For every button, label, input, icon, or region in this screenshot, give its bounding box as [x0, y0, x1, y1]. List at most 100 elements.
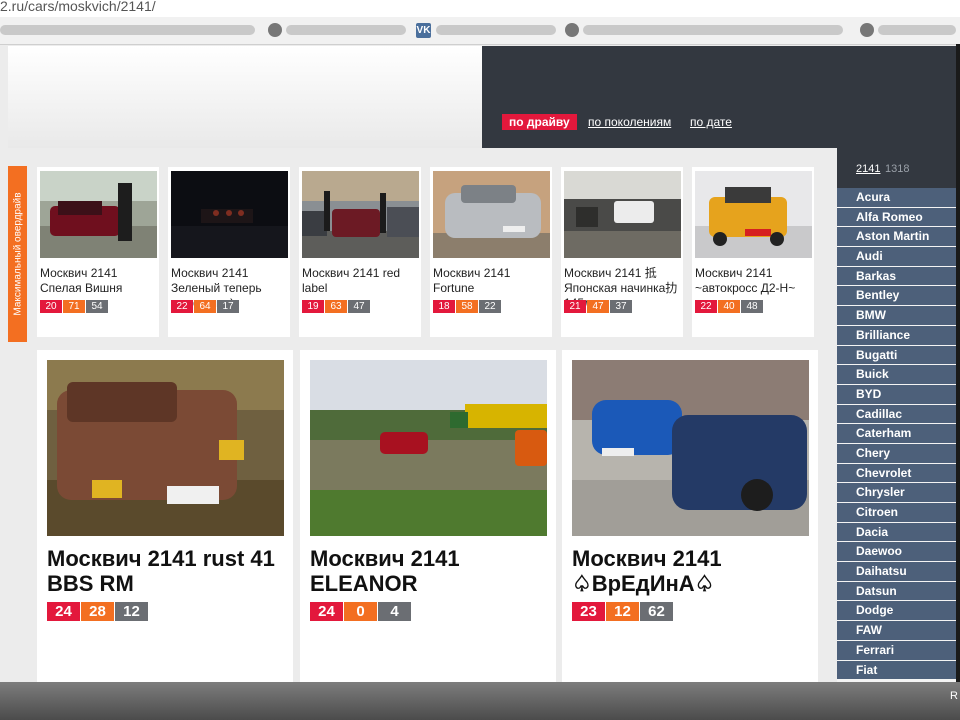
car-title[interactable]: Москвич 2141 Fortune [433, 266, 551, 296]
score-comments: 62 [640, 602, 673, 621]
bookmarks-bar: VK [0, 17, 960, 45]
brand-item[interactable]: Cadillac [837, 404, 956, 424]
taskbar-text: R [950, 690, 958, 702]
brand-item[interactable]: Acura [837, 188, 956, 207]
score-likes: 12 [606, 602, 639, 621]
sort-by-drive[interactable]: по драйву [502, 114, 577, 130]
score-badges: 21 47 37 [564, 300, 633, 313]
score-badges: 19 63 47 [302, 300, 371, 313]
car-photo[interactable] [695, 171, 812, 258]
brand-item[interactable]: Citroen [837, 503, 956, 522]
brand-item[interactable]: Aston Martin [837, 227, 956, 247]
brand-item[interactable]: Datsun [837, 581, 956, 601]
score-comments: 54 [86, 300, 108, 313]
window-edge [956, 44, 960, 682]
brand-item[interactable]: Alfa Romeo [837, 207, 956, 227]
sort-by-date[interactable]: по дате [690, 115, 732, 129]
brand-item[interactable]: Ferrari [837, 640, 956, 660]
car-photo[interactable] [564, 171, 681, 258]
brand-item[interactable]: Chevrolet [837, 463, 956, 483]
car-title[interactable]: Москвич 2141 rust 41 BBS RM [47, 546, 287, 596]
brand-item[interactable]: Caterham [837, 424, 956, 443]
brand-item[interactable]: FAW [837, 621, 956, 640]
brand-item[interactable]: Bugatti [837, 345, 956, 365]
score-badges: 24 28 12 [47, 602, 149, 621]
page: по драйву по поколениям по дате Максимал… [8, 46, 956, 682]
brand-item[interactable]: Fiat [837, 660, 956, 680]
score-likes: 58 [456, 300, 478, 313]
car-photo[interactable] [47, 360, 284, 536]
car-title[interactable]: Москвич 2141 ~автокросс Д2-Н~ [695, 266, 813, 296]
car-photo[interactable] [40, 171, 157, 258]
car-title[interactable]: Москвич 2141 Спелая Вишня [40, 266, 158, 296]
car-card[interactable]: Москвич 2141 Fortune 18 58 22 [430, 167, 552, 337]
brand-item[interactable]: Daewoo [837, 542, 956, 562]
score-likes: 0 [344, 602, 377, 621]
brand-item[interactable]: Chrysler [837, 483, 956, 502]
globe-icon [565, 23, 579, 37]
car-card[interactable]: Москвич 2141 Спелая Вишня 20 71 54 [37, 167, 159, 337]
score-drive: 22 [695, 300, 717, 313]
bookmark-blurred[interactable] [878, 25, 956, 35]
brand-item[interactable]: Barkas [837, 266, 956, 286]
featured-car-card[interactable]: Москвич 2141 ELEANOR 24 0 4 [300, 350, 556, 682]
bookmark-blurred[interactable] [583, 25, 843, 35]
model-link[interactable]: 2141 [856, 163, 880, 175]
score-comments: 37 [610, 300, 632, 313]
car-title[interactable]: Москвич 2141 ♤ВрЕдИнА♤ [572, 546, 812, 596]
brand-item[interactable]: BYD [837, 384, 956, 404]
car-card[interactable]: Москвич 2141 抵 Японская начинка扐 145лс 2… [561, 167, 683, 337]
header-banner [8, 46, 482, 148]
brands-panel: 2141 1318 Acura Alfa Romeo Aston Martin … [837, 148, 956, 682]
brand-item[interactable]: Dodge [837, 601, 956, 621]
score-drive: 24 [47, 602, 80, 621]
car-photo[interactable] [302, 171, 419, 258]
bookmark-blurred[interactable] [436, 25, 556, 35]
score-drive: 20 [40, 300, 62, 313]
score-comments: 48 [741, 300, 763, 313]
score-badges: 18 58 22 [433, 300, 502, 313]
score-likes: 71 [63, 300, 85, 313]
car-title[interactable]: Москвич 2141 ELEANOR [310, 546, 550, 596]
sort-by-generation[interactable]: по поколениям [588, 115, 671, 129]
brand-item[interactable]: BMW [837, 306, 956, 325]
featured-car-card[interactable]: Москвич 2141 rust 41 BBS RM 24 28 12 [37, 350, 293, 682]
car-photo[interactable] [310, 360, 547, 536]
brand-item[interactable]: Daihatsu [837, 562, 956, 581]
brand-item[interactable]: Chery [837, 443, 956, 463]
score-badges: 23 12 62 [572, 602, 674, 621]
car-photo[interactable] [171, 171, 288, 258]
address-bar[interactable]: 2.ru/cars/moskvich/2141/ [0, 0, 960, 17]
score-badges: 22 40 48 [695, 300, 764, 313]
score-likes: 63 [325, 300, 347, 313]
header-dark-panel: по драйву по поколениям по дате [482, 46, 956, 148]
score-drive: 18 [433, 300, 455, 313]
bookmark-blurred[interactable] [286, 25, 406, 35]
score-likes: 40 [718, 300, 740, 313]
brand-item[interactable]: Dacia [837, 522, 956, 542]
car-photo[interactable] [433, 171, 550, 258]
taskbar: R [0, 682, 960, 720]
score-badges: 24 0 4 [310, 602, 412, 621]
car-photo[interactable] [572, 360, 809, 536]
globe-icon [860, 23, 874, 37]
url-text: 2.ru/cars/moskvich/2141/ [0, 0, 156, 14]
car-title[interactable]: Москвич 2141 red label [302, 266, 420, 296]
car-card[interactable]: Москвич 2141 ~автокросс Д2-Н~ 22 40 48 [692, 167, 814, 337]
score-likes: 28 [81, 602, 114, 621]
globe-icon [268, 23, 282, 37]
score-badges: 22 64 17 [171, 300, 240, 313]
car-card[interactable]: Москвич 2141 red label 19 63 47 [299, 167, 421, 337]
score-drive: 23 [572, 602, 605, 621]
vk-icon[interactable]: VK [416, 23, 431, 38]
featured-car-card[interactable]: Москвич 2141 ♤ВрЕдИнА♤ 23 12 62 [562, 350, 818, 682]
brand-item[interactable]: Audi [837, 247, 956, 266]
brand-item[interactable]: Bentley [837, 286, 956, 306]
score-drive: 19 [302, 300, 324, 313]
car-card[interactable]: Москвич 2141 Зеленый теперь шершень=) 22… [168, 167, 290, 337]
max-overdrive-tab[interactable]: Максимальный овердрайв [8, 166, 27, 342]
bookmark-blurred[interactable] [0, 25, 255, 35]
brand-item[interactable]: Brilliance [837, 325, 956, 345]
score-comments: 17 [217, 300, 239, 313]
brand-item[interactable]: Buick [837, 365, 956, 384]
